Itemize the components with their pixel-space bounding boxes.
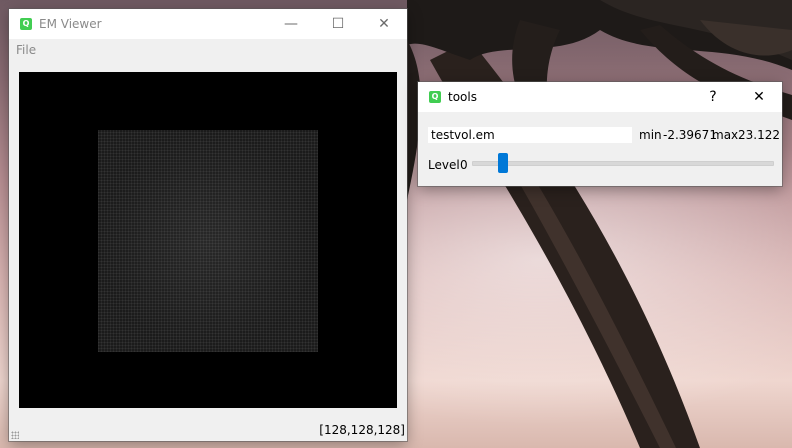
max-value: 23.122	[738, 128, 780, 142]
level-label: Level	[428, 158, 460, 172]
em-viewer-window[interactable]: Q EM Viewer — ☐ ✕ File [128,128,128]	[9, 9, 407, 441]
qt-logo-icon: Q	[429, 91, 441, 103]
level-value: 0	[460, 158, 468, 172]
filename-field[interactable]: testvol.em	[428, 127, 632, 143]
tools-titlebar[interactable]: Q tools ? ✕	[418, 82, 782, 112]
level-slider-track[interactable]	[472, 161, 774, 166]
min-value: -2.39671	[663, 128, 717, 142]
qt-logo-icon: Q	[20, 18, 32, 30]
window-title: EM Viewer	[39, 17, 102, 31]
close-button[interactable]: ✕	[361, 9, 407, 39]
window-title: tools	[448, 90, 477, 104]
menu-file[interactable]: File	[16, 43, 36, 57]
help-button[interactable]: ?	[690, 82, 736, 112]
tools-window[interactable]: Q tools ? ✕ testvol.em min -2.39671 max …	[418, 82, 782, 186]
menu-bar: File	[9, 39, 407, 61]
close-button[interactable]: ✕	[736, 82, 782, 112]
resize-grip-icon[interactable]	[11, 431, 19, 439]
volume-view-canvas[interactable]	[19, 72, 397, 408]
status-bar: [128,128,128]	[9, 413, 407, 441]
volume-slice-image	[98, 130, 318, 352]
max-label: max	[712, 128, 739, 142]
volume-dimensions: [128,128,128]	[319, 423, 405, 437]
level-slider-handle[interactable]	[498, 153, 508, 173]
minimize-button[interactable]: —	[268, 9, 314, 39]
em-viewer-titlebar[interactable]: Q EM Viewer — ☐ ✕	[9, 9, 407, 39]
min-label: min	[639, 128, 662, 142]
maximize-button[interactable]: ☐	[315, 9, 361, 39]
